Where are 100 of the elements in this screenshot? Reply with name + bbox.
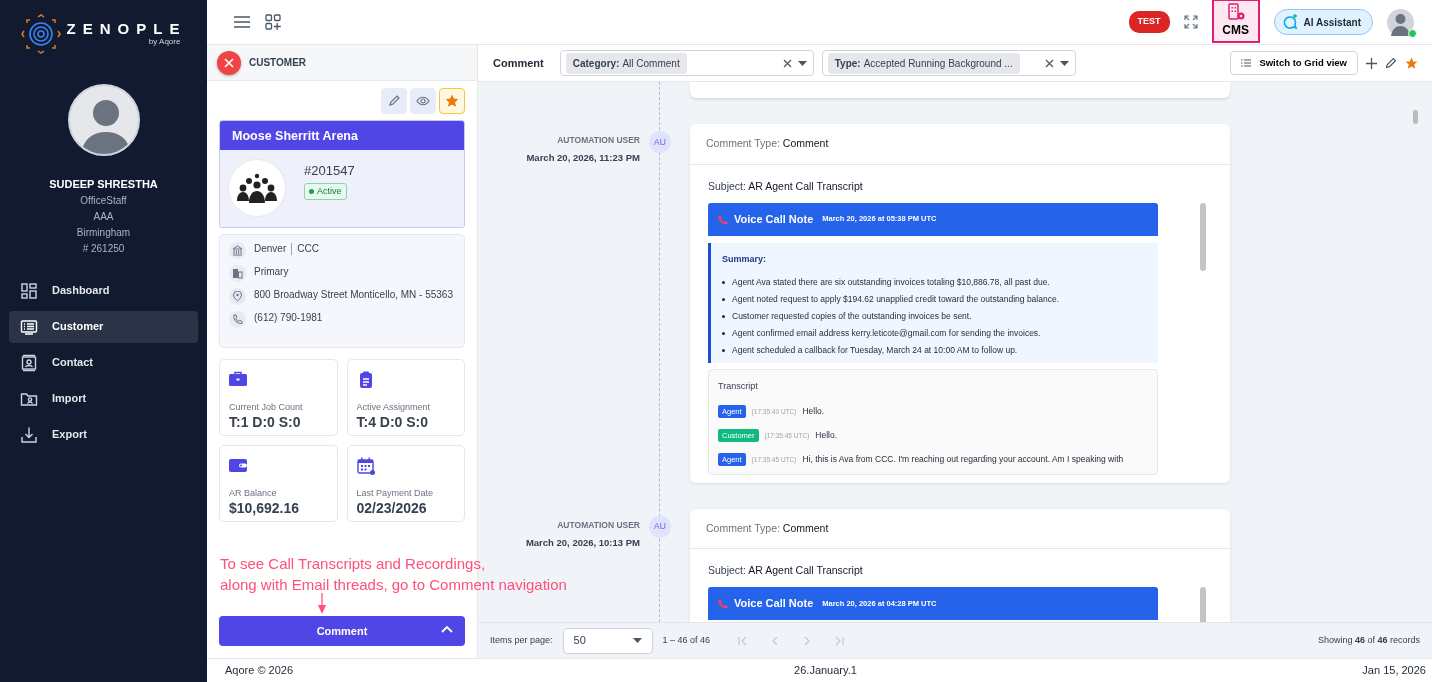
- chat-sparkle-icon: [1281, 14, 1298, 30]
- comment-date: March 20, 2026, 11:23 PM: [526, 152, 640, 163]
- detail-text: Primary: [254, 266, 289, 277]
- customer-number: #201547: [304, 162, 355, 180]
- calendar-icon: [356, 456, 375, 475]
- message-text: Hi, this is Ava from CCC. I'm reaching out regarding your account. Am I speaking with: [802, 453, 1124, 466]
- grid-view-button[interactable]: Switch to Grid view: [1230, 51, 1358, 75]
- detail-text: Denver: [254, 243, 287, 254]
- caret-down-icon: [1059, 60, 1069, 66]
- page-size-select[interactable]: 50: [562, 627, 653, 654]
- scrollbar-thumb[interactable]: [1413, 110, 1418, 124]
- caret-down-icon: [797, 60, 807, 66]
- add-widget-icon[interactable]: [265, 14, 281, 30]
- filter-select[interactable]: Category: All Comment: [559, 50, 814, 76]
- filter-select[interactable]: Type: Accepted Running Background ...: [821, 50, 1076, 76]
- location-pin-icon: [232, 291, 243, 302]
- clear-icon[interactable]: [782, 58, 792, 68]
- menu-icon[interactable]: [233, 15, 251, 29]
- clear-icon[interactable]: [1044, 58, 1054, 68]
- user-detail: Birmingham: [76, 225, 131, 240]
- dashboard-icon: [20, 281, 38, 300]
- comment-subject: Subject: AR Agent Call Transcript: [708, 564, 863, 577]
- star-icon: [446, 95, 458, 107]
- detail-text: 800 Broadway Street Monticello, MN - 55363: [254, 289, 453, 300]
- eye-icon: [416, 96, 430, 106]
- environment-badge: TEST: [1128, 11, 1170, 33]
- list-icon: [1241, 59, 1252, 67]
- stat-value: T:4 D:0 S:0: [356, 414, 429, 431]
- copyright-text: Aqore © 2026: [225, 664, 294, 677]
- transcript-title: Transcript: [718, 381, 758, 391]
- summary-item: Agent noted request to apply $194.62 unapplied credit toward the outstanding balance.: [732, 293, 1060, 306]
- briefcase-icon: [229, 370, 247, 389]
- page-range: 1 – 46 of 46: [662, 633, 711, 647]
- footer-date: Jan 15, 2026: [1362, 664, 1426, 677]
- customer-name: Moose Sherritt Arena: [220, 121, 464, 150]
- logo-tagline: by Aqore: [147, 35, 181, 48]
- user-name: SUDEEP SHRESTHA: [49, 177, 158, 192]
- star-icon[interactable]: [1405, 56, 1418, 70]
- user-detail: AAA: [93, 209, 114, 224]
- view-button[interactable]: [410, 88, 436, 114]
- nav-item[interactable]: Import: [9, 382, 198, 415]
- user-avatar[interactable]: [1387, 8, 1414, 36]
- comment-type: Comment Type: Comment: [706, 521, 829, 534]
- scrollbar-thumb[interactable]: [1200, 202, 1206, 271]
- close-button[interactable]: [217, 50, 241, 75]
- group-icon: [237, 173, 277, 203]
- favorite-button[interactable]: [439, 88, 465, 114]
- annotation-arrow: [317, 593, 327, 615]
- comment-type: Comment Type: Comment: [706, 137, 829, 149]
- status-badge: Active: [304, 182, 347, 200]
- nav-item[interactable]: Dashboard: [9, 274, 198, 307]
- stat-label: AR Balance: [229, 487, 277, 498]
- bullet-icon: [722, 315, 725, 318]
- message-text: Hello.: [815, 429, 838, 442]
- ai-assistant-button[interactable]: AI Assistant: [1273, 9, 1373, 35]
- author-avatar: AU: [649, 515, 671, 538]
- logo-text: ZENOPLE: [66, 20, 187, 36]
- summary-item: Agent scheduled a callback for Tuesday, March 24 at 10:00 AM to follow up.: [732, 344, 1018, 357]
- nav-item[interactable]: Contact: [9, 346, 198, 379]
- download-icon: [20, 425, 38, 444]
- fullscreen-icon[interactable]: [1183, 15, 1198, 29]
- bullet-icon: [722, 281, 725, 284]
- building-icon: [232, 268, 243, 279]
- bullet-icon: [722, 298, 725, 301]
- nav-item[interactable]: Export: [9, 418, 198, 451]
- records-summary: Showing 46 of 46 records: [1317, 633, 1420, 647]
- pencil-icon[interactable]: [1385, 57, 1397, 69]
- cms-button[interactable]: CMS: [1211, 0, 1260, 43]
- edit-button[interactable]: [381, 88, 407, 114]
- comment-author: AUTOMATION USER: [557, 519, 640, 530]
- building-gear-icon: [1226, 3, 1245, 21]
- comment-button[interactable]: Comment: [219, 616, 465, 646]
- detail-text: (612) 790-1981: [254, 312, 323, 323]
- bank-icon: [232, 245, 243, 256]
- author-avatar: AU: [649, 131, 671, 153]
- phone-icon: [717, 213, 728, 225]
- comment-subject: Subject: AR Agent Call Transcript: [708, 179, 863, 192]
- user-detail: OfficeStaff: [80, 193, 127, 208]
- note-title: Voice Call Note: [734, 211, 814, 227]
- annotation-text: To see Call Transcripts and Recordings,: [220, 555, 486, 572]
- version-text: 26.January.1: [794, 664, 857, 677]
- filter-chip: Category: All Comment: [565, 52, 687, 74]
- chevron-up-icon: [441, 625, 453, 633]
- page-size-label: Items per page:: [490, 633, 553, 647]
- add-icon[interactable]: [1366, 57, 1377, 69]
- panel-title: CUSTOMER: [249, 56, 307, 70]
- filter-chip: Type: Accepted Running Background ...: [827, 52, 1020, 74]
- stat-label: Active Assignment: [356, 401, 431, 412]
- section-title: Comment: [493, 55, 544, 71]
- pencil-icon: [388, 95, 400, 107]
- summary-title: Summary:: [722, 253, 766, 264]
- summary-item: Agent Ava stated there are six outstanding invoices totaling $10,886.78, all past due.: [732, 276, 1050, 289]
- bullet-icon: [722, 349, 725, 352]
- comment-date: March 20, 2026, 10:13 PM: [525, 536, 640, 548]
- nav-item[interactable]: Customer: [9, 310, 198, 343]
- stat-value: $10,692.16: [229, 500, 300, 517]
- phone-icon: [232, 314, 243, 325]
- summary-item: Customer requested copies of the outstanding invoices be sent.: [732, 310, 972, 323]
- stat-value: T:1 D:0 S:0: [229, 414, 301, 431]
- detail-text: CCC: [297, 243, 319, 254]
